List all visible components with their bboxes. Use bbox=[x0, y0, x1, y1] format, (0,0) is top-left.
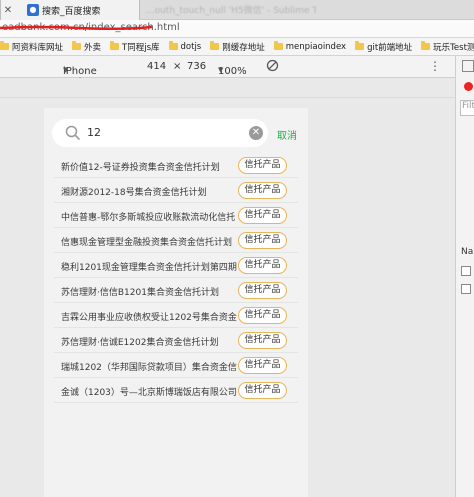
bookmark-item[interactable]: 阿资料库网址 bbox=[0, 41, 63, 53]
result-title: 新价值12-号证券投资集合资金信托计划 bbox=[61, 163, 220, 173]
bookmark-item[interactable]: 玩乐Test测试地址 bbox=[421, 41, 474, 53]
bookmark-item[interactable]: dotjs bbox=[168, 41, 201, 52]
browser-tab-strip: ✕ ● 搜索_百度搜索 ...outh_touch_null 'H5微信' - … bbox=[0, 0, 474, 20]
bookmark-item[interactable]: 外卖 bbox=[72, 41, 101, 53]
bookmark-item[interactable]: T同程js库 bbox=[110, 41, 160, 53]
device-toolbar: iPhone 6 Plus ▼ 414 × 736 100% ▼ ⋮ bbox=[0, 56, 455, 88]
rotate-icon[interactable] bbox=[266, 59, 279, 75]
category-badge: 信托产品 bbox=[238, 182, 287, 199]
bookmarks-bar: 阿资料库网址 外卖 T同程js库 dotjs 刚缓存地址 menpiaoinde… bbox=[0, 38, 474, 56]
viewport-width-input[interactable]: 414 bbox=[147, 61, 166, 72]
result-title: 苏信理财·信信B1201集合资金信托计划 bbox=[61, 288, 219, 298]
filter-input[interactable]: Filt bbox=[460, 100, 474, 116]
folder-icon bbox=[110, 41, 120, 50]
result-title: 吉霖公用事业应收债权受让1202号集合资金 bbox=[61, 313, 237, 323]
search-icon bbox=[65, 125, 80, 140]
category-badge: 信托产品 bbox=[238, 382, 287, 399]
record-icon[interactable] bbox=[464, 82, 473, 91]
result-title: 苏信理财·信诚E1202集合资金信托计划 bbox=[61, 338, 219, 348]
folder-icon bbox=[72, 41, 82, 50]
result-item[interactable]: 湘财源2012-18号集合资金信托计划 信托产品 bbox=[54, 178, 298, 203]
result-item[interactable]: 金诚（1203）号—北京斯博瑞饭店有限公司 信托产品 bbox=[54, 378, 298, 403]
result-item[interactable]: 吉霖公用事业应收债权受让1202号集合资金 信托产品 bbox=[54, 303, 298, 328]
result-item[interactable]: 信惠现金管理型金融投资集合资金信托计划 信托产品 bbox=[54, 228, 298, 253]
category-badge: 信托产品 bbox=[238, 282, 287, 299]
clear-icon[interactable]: ✕ bbox=[249, 126, 263, 140]
result-item[interactable]: 中信普惠-鄂尔多斯城投应收账款流动化信托 信托产品 bbox=[54, 203, 298, 228]
tab-close-icon[interactable]: ✕ bbox=[1, 5, 15, 16]
result-list: 新价值12-号证券投资集合资金信托计划 信托产品 湘财源2012-18号集合资金信… bbox=[54, 153, 298, 403]
category-badge: 信托产品 bbox=[238, 332, 287, 349]
search-header: 12 ✕ 取消 bbox=[44, 108, 308, 158]
devtools-checkbox[interactable] bbox=[461, 284, 471, 294]
viewport-height-input[interactable]: 736 bbox=[187, 61, 206, 72]
result-item[interactable]: 稳利1201现金管理集合资金信托计划第四期 信托产品 bbox=[54, 253, 298, 278]
result-item[interactable]: 苏信理财·信诚E1202集合资金信托计划 信托产品 bbox=[54, 328, 298, 353]
category-badge: 信托产品 bbox=[238, 307, 287, 324]
folder-icon bbox=[421, 41, 431, 50]
browser-tab-inactive[interactable]: ...outh_touch_null 'H5微信' - Sublime Text bbox=[146, 3, 316, 17]
result-title: 稳利1201现金管理集合资金信托计划第四期 bbox=[61, 263, 237, 273]
name-column-header: Nan bbox=[461, 247, 474, 257]
chevron-down-icon: ▼ bbox=[63, 66, 69, 74]
device-viewport: 12 ✕ 取消 新价值12-号证券投资集合资金信托计划 信托产品 湘财源2012-… bbox=[0, 78, 455, 497]
category-badge: 信托产品 bbox=[238, 157, 287, 174]
folder-icon bbox=[273, 41, 283, 50]
devtools-dock-icon[interactable] bbox=[462, 60, 474, 72]
devtools-panel: Filt Nan bbox=[455, 56, 474, 497]
folder-icon bbox=[168, 41, 178, 50]
baidu-paw-icon: ● bbox=[27, 4, 39, 16]
result-title: 金诚（1203）号—北京斯博瑞饭店有限公司 bbox=[61, 388, 237, 398]
screen: ✕ ● 搜索_百度搜索 ...outh_touch_null 'H5微信' - … bbox=[0, 0, 474, 497]
result-item[interactable]: 瑞城1202（华邦国际贷款项目）集合资金信 信托产品 bbox=[54, 353, 298, 378]
chevron-down-icon: ▼ bbox=[218, 66, 224, 74]
result-title: 信惠现金管理型金融投资集合资金信托计划 bbox=[61, 238, 233, 248]
result-item[interactable]: 新价值12-号证券投资集合资金信托计划 信托产品 bbox=[54, 153, 298, 178]
bookmark-item[interactable]: menpiaoindex bbox=[273, 41, 346, 52]
result-item[interactable]: 苏信理财·信信B1201集合资金信托计划 信托产品 bbox=[54, 278, 298, 303]
folder-icon bbox=[0, 41, 9, 50]
folder-icon bbox=[210, 41, 220, 50]
red-annotation-stroke bbox=[0, 25, 152, 30]
result-title: 中信普惠-鄂尔多斯城投应收账款流动化信托 bbox=[61, 213, 236, 223]
browser-tab-active[interactable]: ✕ ● 搜索_百度搜索 bbox=[0, 0, 140, 20]
ruler-divider bbox=[0, 97, 455, 98]
folder-icon bbox=[355, 41, 365, 50]
dimension-separator: × bbox=[173, 61, 182, 72]
more-options-icon[interactable]: ⋮ bbox=[429, 59, 441, 73]
search-query: 12 bbox=[87, 126, 101, 139]
category-badge: 信托产品 bbox=[238, 357, 287, 374]
category-badge: 信托产品 bbox=[238, 232, 287, 249]
tab-title: 搜索_百度搜索 bbox=[42, 6, 101, 17]
devtools-checkbox[interactable] bbox=[461, 266, 471, 276]
category-badge: 信托产品 bbox=[238, 257, 287, 274]
category-badge: 信托产品 bbox=[238, 207, 287, 224]
mobile-page: 12 ✕ 取消 新价值12-号证券投资集合资金信托计划 信托产品 湘财源2012-… bbox=[44, 108, 308, 497]
cancel-button[interactable]: 取消 bbox=[277, 127, 297, 142]
bookmark-item[interactable]: git前端地址 bbox=[355, 41, 412, 53]
result-title: 湘财源2012-18号集合资金信托计划 bbox=[61, 188, 207, 198]
bookmark-item[interactable]: 刚缓存地址 bbox=[210, 41, 265, 53]
search-input[interactable]: 12 ✕ bbox=[52, 119, 268, 147]
result-title: 瑞城1202（华邦国际贷款项目）集合资金信 bbox=[61, 363, 237, 373]
